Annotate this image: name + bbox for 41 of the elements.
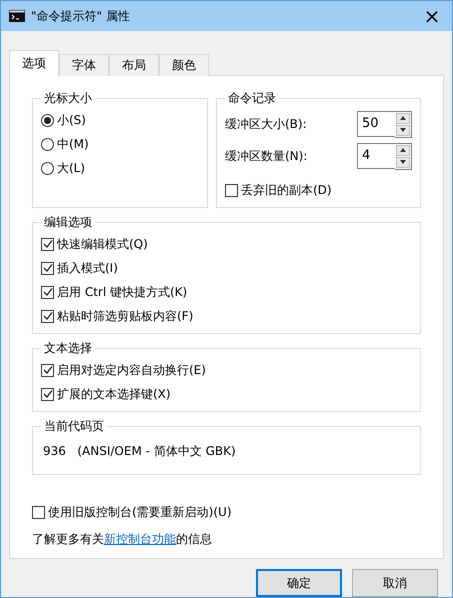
checkbox-label: 扩展的文本选择键(X) — [57, 386, 171, 402]
code-page-value: 936 (ANSI/OEM - 简体中文 GBK) — [42, 443, 237, 460]
group-title: 文本选择 — [43, 340, 93, 357]
checkbox-label: 启用对选定内容自动换行(E) — [57, 362, 206, 378]
checkbox[interactable] — [32, 506, 45, 518]
checkbox[interactable] — [41, 388, 54, 400]
checkbox-label: 插入模式(I) — [57, 260, 118, 276]
field-label: 缓冲区数量(N): — [225, 148, 308, 164]
checkbox-label: 使用旧版控制台(需要重新启动)(U) — [48, 504, 232, 520]
checkbox[interactable] — [41, 262, 54, 274]
checkbox[interactable] — [41, 364, 54, 376]
checkbox[interactable] — [41, 310, 54, 322]
checkbox[interactable] — [225, 184, 238, 196]
checkbox-label: 丢弃旧的副本(D) — [241, 182, 332, 198]
radio-button[interactable] — [41, 138, 54, 150]
checkbox-label: 启用 Ctrl 键快捷方式(K) — [57, 284, 188, 300]
cancel-button[interactable]: 取消 — [352, 569, 438, 597]
radio-label: 中(M) — [57, 136, 89, 152]
console-icon — [9, 10, 25, 22]
radio-label: 大(L) — [57, 160, 86, 176]
radio-button[interactable] — [41, 114, 54, 126]
radio-button[interactable] — [41, 162, 54, 174]
tab[interactable]: 字体 — [59, 54, 109, 76]
tab[interactable]: 颜色 — [159, 54, 209, 76]
link[interactable]: 新控制台功能 — [104, 532, 176, 546]
close-button[interactable]: × — [412, 1, 452, 31]
info-sentence: 了解更多有关新控制台功能的信息 — [32, 531, 213, 548]
group-title: 命令记录 — [227, 90, 277, 107]
group-title: 光标大小 — [43, 90, 93, 107]
tab[interactable]: 选项 — [9, 50, 59, 76]
radio-label: 小(S) — [57, 112, 86, 128]
checkbox[interactable] — [41, 238, 54, 250]
field-label: 缓冲区大小(B): — [225, 116, 307, 132]
ok-button[interactable]: 确定 — [256, 569, 342, 597]
checkbox[interactable] — [41, 286, 54, 298]
group-title: 当前代码页 — [43, 418, 105, 435]
checkbox-label: 粘贴时筛选剪贴板内容(F) — [57, 308, 194, 324]
tab[interactable]: 布局 — [109, 54, 159, 76]
group-title: 编辑选项 — [43, 214, 93, 231]
window-title: "命令提示符" 属性 — [31, 8, 131, 24]
checkbox-label: 快速编辑模式(Q) — [57, 236, 148, 252]
